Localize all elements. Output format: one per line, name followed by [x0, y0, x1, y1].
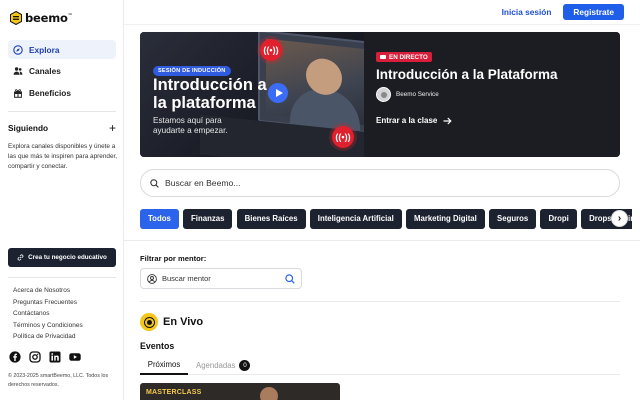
- footer-link-contact[interactable]: Contáctanos: [13, 308, 83, 320]
- linkedin-icon[interactable]: [49, 351, 61, 363]
- search-icon: [150, 178, 159, 188]
- sidebar: beemo™ Explora Canales Beneficios Siguie…: [0, 0, 124, 400]
- banner-thumbnail-subtitle: Estamos aquí para ayudarte a empezar.: [153, 116, 228, 135]
- event-card[interactable]: MASTERCLASS: [140, 383, 340, 400]
- footer-links: Acerca de Nosotros Preguntas Frecuentes …: [13, 285, 83, 343]
- live-section-title: En Vivo: [163, 316, 204, 328]
- live-signal-icon: [140, 313, 158, 331]
- youtube-icon[interactable]: [69, 351, 81, 363]
- event-card-label: MASTERCLASS: [146, 389, 202, 396]
- live-badge-label: EN DIRECTO: [389, 53, 428, 61]
- gift-icon: [14, 88, 22, 98]
- bee-logo-icon: [10, 11, 22, 25]
- social-links: [9, 351, 81, 363]
- create-business-label: Crea tu negocio educativo: [28, 254, 107, 261]
- brand-name: beemo™: [25, 11, 73, 25]
- nav-item-label: Explora: [29, 44, 60, 55]
- search-icon[interactable]: [285, 273, 295, 284]
- mentor-filter-label: Filtrar por mentor:: [140, 254, 207, 263]
- plus-icon[interactable]: +: [109, 122, 116, 134]
- tab-agendadas[interactable]: Agendadas 0: [196, 356, 251, 375]
- banner-thumbnail: ((•)) ((•)) SESIÓN DE INDUCCIÓN Introduc…: [140, 32, 364, 157]
- broadcast-icon: ((•)): [332, 126, 354, 148]
- header-divider: [124, 24, 640, 25]
- video-camera-icon: [380, 55, 386, 59]
- event-card-thumbnail: [260, 387, 278, 400]
- section-divider: [124, 240, 640, 241]
- brand-logo[interactable]: beemo™: [10, 11, 73, 25]
- following-title: Siguiendo: [8, 123, 49, 133]
- banner-title: Introducción a la Plataforma: [376, 67, 558, 82]
- nav-item-beneficios[interactable]: Beneficios: [8, 83, 116, 102]
- banner-details: EN DIRECTO Introducción a la Plataforma …: [364, 32, 620, 157]
- enter-class-label: Entrar a la clase: [376, 116, 438, 125]
- featured-live-banner[interactable]: ((•)) ((•)) SESIÓN DE INDUCCIÓN Introduc…: [140, 32, 620, 157]
- category-chip-marketing-digital[interactable]: Marketing Digital: [405, 209, 485, 229]
- session-tag: SESIÓN DE INDUCCIÓN: [153, 66, 231, 76]
- main-nav: Explora Canales Beneficios: [8, 40, 116, 105]
- category-chips: Todos Finanzas Bienes Raíces Inteligenci…: [140, 209, 632, 229]
- mentor-search-input[interactable]: Buscar mentor: [140, 268, 302, 289]
- login-link[interactable]: Inicia sesión: [500, 7, 554, 17]
- category-chip-inteligencia-artificial[interactable]: Inteligencia Artificial: [309, 209, 402, 229]
- tab-proximos[interactable]: Próximos: [140, 356, 188, 375]
- live-badge: EN DIRECTO: [376, 52, 432, 62]
- play-icon[interactable]: [268, 83, 288, 103]
- arrow-right-icon: [443, 117, 453, 124]
- sidebar-divider: [8, 277, 116, 278]
- nav-item-label: Beneficios: [29, 87, 71, 98]
- category-chip-dropi[interactable]: Dropi: [540, 209, 577, 229]
- events-tabs: Próximos Agendadas 0: [140, 356, 620, 375]
- footer-link-terms[interactable]: Términos y Condiciones: [13, 320, 83, 332]
- chevron-right-icon[interactable]: ›: [611, 210, 628, 227]
- users-icon: [13, 67, 23, 75]
- nav-item-canales[interactable]: Canales: [8, 62, 116, 81]
- nav-item-label: Canales: [29, 66, 61, 76]
- register-button[interactable]: Registrate: [563, 4, 624, 20]
- category-chip-finanzas[interactable]: Finanzas: [183, 209, 233, 229]
- compass-icon: [13, 44, 23, 55]
- category-chip-bienes-raices[interactable]: Bienes Raíces: [236, 209, 306, 229]
- link-icon: [17, 254, 24, 261]
- following-description: Explora canales disponibles y únete a la…: [8, 143, 118, 170]
- section-divider: [140, 301, 620, 302]
- category-chip-seguros[interactable]: Seguros: [489, 209, 537, 229]
- count-badge: 0: [239, 360, 251, 371]
- footer-link-about[interactable]: Acerca de Nosotros: [13, 285, 83, 297]
- copyright-text: © 2023-2025 smartBeemo, LLC. Todos los d…: [8, 373, 109, 388]
- user-circle-icon: [147, 273, 157, 284]
- tab-agendadas-label: Agendadas: [196, 361, 236, 370]
- live-section-header: En Vivo: [140, 313, 203, 331]
- banner-thumbnail-title: Introducción a la plataforma: [153, 76, 267, 112]
- nav-item-explora[interactable]: Explora: [8, 40, 116, 59]
- presenter: Beemo Service: [376, 87, 439, 102]
- footer-link-faq[interactable]: Preguntas Frecuentes: [13, 297, 83, 309]
- avatar: [376, 87, 391, 102]
- category-chip-todos[interactable]: Todos: [140, 209, 179, 229]
- broadcast-icon: ((•)): [260, 39, 282, 61]
- instagram-icon[interactable]: [29, 351, 41, 363]
- header-actions: Inicia sesión Registrate: [500, 4, 624, 20]
- mentor-search-placeholder: Buscar mentor: [162, 274, 211, 283]
- create-business-button[interactable]: Crea tu negocio educativo: [8, 248, 116, 267]
- footer-link-privacy[interactable]: Política de Privacidad: [13, 331, 83, 343]
- events-title: Eventos: [140, 341, 175, 351]
- enter-class-link[interactable]: Entrar a la clase: [376, 116, 453, 125]
- presenter-name: Beemo Service: [396, 91, 439, 98]
- search-input[interactable]: Buscar en Beemo...: [140, 169, 620, 197]
- following-header: Siguiendo +: [8, 122, 116, 134]
- sidebar-divider: [8, 111, 116, 112]
- search-placeholder: Buscar en Beemo...: [165, 178, 241, 188]
- facebook-icon[interactable]: [9, 351, 21, 363]
